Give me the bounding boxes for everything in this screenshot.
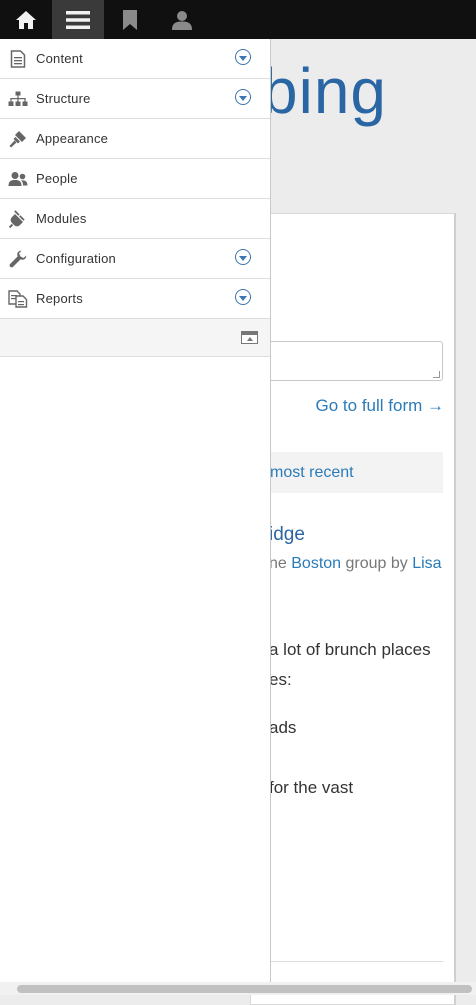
- reports-icon: [0, 279, 36, 318]
- menu-item-modules[interactable]: Modules: [0, 199, 270, 239]
- post-body-line: ads: [269, 718, 297, 737]
- post-title-link[interactable]: idge: [269, 524, 305, 546]
- people-icon: [0, 159, 36, 198]
- card-divider: [269, 961, 443, 962]
- menu-item-label: Modules: [36, 211, 87, 226]
- expand-toggle-button[interactable]: [235, 289, 251, 305]
- group-link[interactable]: Boston: [291, 555, 341, 572]
- bookmark-icon: [123, 9, 137, 30]
- post-meta: ne Boston group by Lisa: [269, 555, 442, 573]
- site-title: bing: [262, 55, 387, 127]
- menu-item-label: Appearance: [36, 131, 109, 146]
- menu-item-reports[interactable]: Reports: [0, 279, 270, 319]
- menu-item-people[interactable]: People: [0, 159, 270, 199]
- author-link[interactable]: Lisa: [412, 555, 441, 572]
- wrench-icon: [0, 239, 36, 278]
- toolbar-manage-button[interactable]: [52, 0, 104, 39]
- post-body-line: for the vast: [269, 778, 354, 797]
- hamburger-menu-icon: [66, 10, 90, 29]
- meta-middle: group by: [341, 555, 413, 572]
- document-icon: [0, 39, 36, 78]
- admin-toolbar: [0, 0, 476, 39]
- user-icon: [172, 10, 192, 30]
- sitemap-icon: [0, 79, 36, 118]
- sort-bar: most recent: [251, 452, 443, 493]
- menu-item-label: People: [36, 171, 78, 186]
- menu-item-label: Structure: [36, 91, 91, 106]
- menu-item-label: Content: [36, 51, 83, 66]
- admin-tray-menu: Content Structure Appearance People Modu…: [0, 39, 271, 982]
- meta-prefix: ne: [269, 555, 292, 572]
- sort-most-recent-link[interactable]: most recent: [270, 464, 354, 481]
- menu-item-configuration[interactable]: Configuration: [0, 239, 270, 279]
- paintbrush-icon: [0, 119, 36, 158]
- menu-item-label: Reports: [36, 291, 83, 306]
- menu-item-appearance[interactable]: Appearance: [0, 119, 270, 159]
- expand-toggle-button[interactable]: [235, 49, 251, 65]
- scrollbar-thumb[interactable]: [17, 985, 472, 993]
- tray-orientation-toggle-icon[interactable]: [241, 331, 258, 344]
- home-icon: [16, 10, 36, 29]
- post-body-line: es:: [269, 670, 292, 689]
- menu-item-structure[interactable]: Structure: [0, 79, 270, 119]
- menu-item-content[interactable]: Content: [0, 39, 270, 79]
- tray-footer: [0, 319, 270, 357]
- menu-item-label: Configuration: [36, 251, 116, 266]
- post-textarea[interactable]: [251, 341, 443, 381]
- horizontal-scrollbar[interactable]: [0, 982, 476, 995]
- content-card: Go to full form → most recent idge ne Bo…: [250, 213, 456, 1005]
- toolbar-user-button[interactable]: [156, 0, 208, 39]
- toolbar-shortcuts-button[interactable]: [104, 0, 156, 39]
- post-body-line: a lot of brunch places: [269, 640, 431, 659]
- toolbar-home-button[interactable]: [0, 0, 52, 39]
- full-form-link[interactable]: Go to full form →: [316, 396, 444, 416]
- expand-toggle-button[interactable]: [235, 249, 251, 265]
- expand-toggle-button[interactable]: [235, 89, 251, 105]
- plug-icon: [0, 199, 36, 238]
